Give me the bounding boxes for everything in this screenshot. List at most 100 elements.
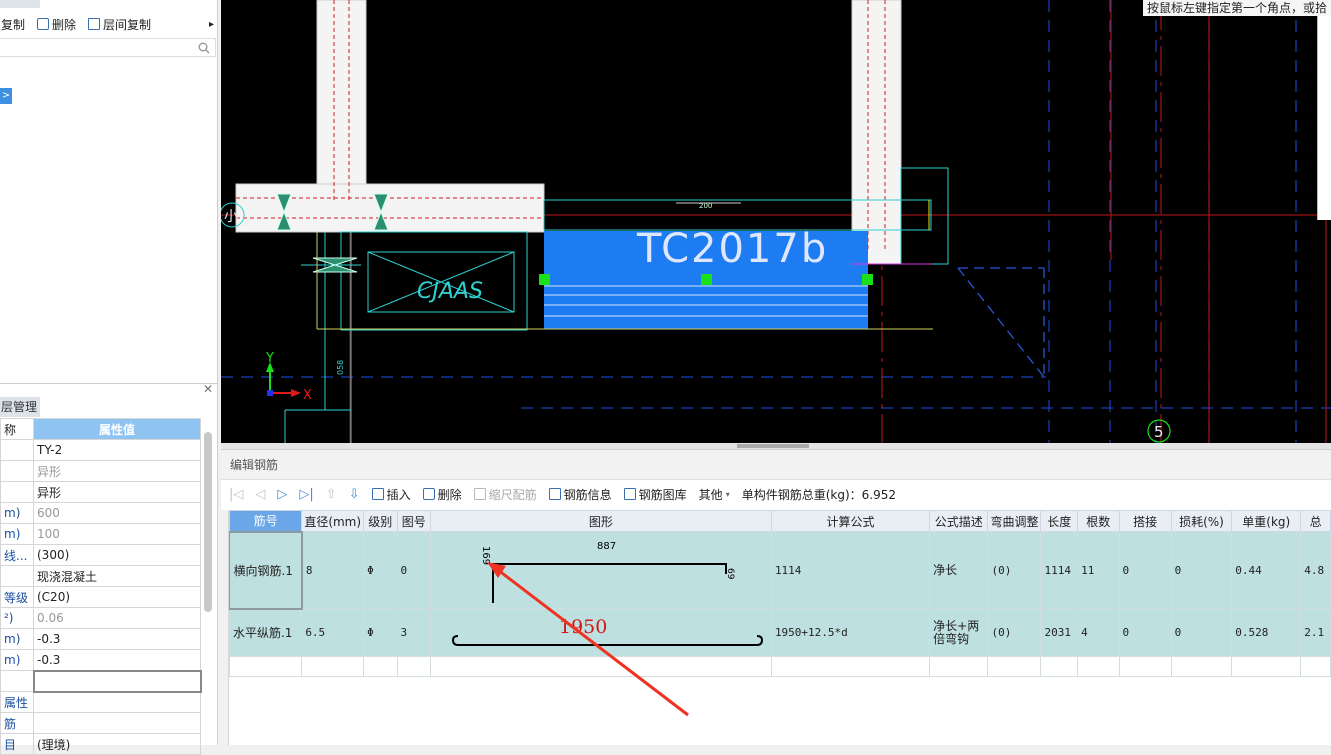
scale-rebar-button[interactable]: 缩尺配筋 (473, 486, 537, 503)
column-header[interactable]: 公式描述 (929, 510, 989, 532)
property-value[interactable] (33, 691, 201, 713)
cell-total[interactable]: 4.8 (1300, 531, 1331, 609)
first-record-button[interactable]: |◁ (229, 487, 243, 502)
insert-button[interactable]: 插入 (371, 486, 411, 503)
property-value[interactable] (33, 712, 201, 734)
property-value[interactable]: 100 (33, 523, 201, 545)
move-down-button[interactable]: ⇩ (349, 487, 360, 502)
cell-len[interactable]: 2031 (1040, 608, 1079, 657)
property-row[interactable]: 等级 (C20) (0, 586, 201, 608)
grip-handle-left[interactable] (539, 274, 550, 285)
cell-bend[interactable]: (0) (987, 531, 1042, 609)
property-row[interactable]: TY-2 (0, 439, 201, 461)
prev-record-button[interactable]: ◁ (255, 487, 265, 502)
grip-handle-mid[interactable] (701, 274, 712, 285)
cell-grade[interactable] (363, 656, 398, 677)
move-up-button[interactable]: ⇧ (326, 487, 337, 502)
cad-drawing[interactable]: 小 CJAAS TC2017b 200 058 Y X 5 (221, 0, 1331, 443)
rebar-info-button[interactable]: 钢筋信息 (548, 486, 612, 503)
shape-cell[interactable]: 1950 (429, 608, 772, 657)
cell-dia[interactable]: 6.5 (301, 608, 365, 657)
property-value[interactable]: (300) (33, 544, 201, 566)
delete-row-button[interactable]: 删除 (422, 486, 462, 503)
column-header[interactable]: 计算公式 (770, 510, 931, 532)
property-value[interactable]: 600 (33, 502, 201, 524)
column-header[interactable]: 总 (1300, 510, 1331, 532)
cell-count[interactable]: 4 (1077, 608, 1120, 657)
cell-grade[interactable]: Φ (363, 608, 398, 657)
floor-copy-button[interactable]: 层间复制 (88, 16, 151, 33)
cell-bend[interactable] (987, 656, 1042, 677)
table-row[interactable]: 3 (221, 656, 1331, 677)
cell-unit[interactable]: 0.528 (1231, 608, 1302, 657)
property-value[interactable]: 异形 (33, 481, 201, 503)
rebar-library-button[interactable]: 钢筋图库 (623, 486, 687, 503)
cell-unit[interactable]: 0.44 (1231, 531, 1302, 609)
cell-len[interactable]: 1114 (1040, 531, 1079, 609)
cell-bend[interactable]: (0) (987, 608, 1042, 657)
cell-count[interactable]: 11 (1077, 531, 1120, 609)
property-row[interactable]: 异形 (0, 481, 201, 503)
cell-formula[interactable]: 1950+12.5*d (770, 608, 931, 657)
column-header[interactable]: 级别 (363, 510, 398, 532)
property-row[interactable]: 目 (理境) (0, 733, 201, 755)
cell-formula[interactable]: 1114 (770, 531, 931, 609)
cell-total[interactable]: 2.1 (1300, 608, 1331, 657)
property-edit-field[interactable] (32, 669, 202, 693)
cell-loss[interactable]: 0 (1170, 608, 1233, 657)
column-header[interactable]: 筋号 (228, 510, 303, 532)
property-value[interactable]: TY-2 (33, 439, 201, 461)
cell-name[interactable] (228, 656, 303, 677)
expand-toolbar-button[interactable]: ▸ (209, 19, 214, 30)
cell-unit[interactable] (1231, 656, 1302, 677)
property-row[interactable]: m) 600 (0, 502, 201, 524)
cell-lap[interactable]: 0 (1118, 608, 1172, 657)
copy-button[interactable]: 复制 (1, 16, 25, 33)
property-value[interactable]: 0.06 (33, 607, 201, 629)
property-value[interactable]: (理境) (33, 733, 201, 755)
cell-fig[interactable] (396, 656, 431, 677)
column-header[interactable]: 损耗(%) (1170, 510, 1233, 532)
property-row[interactable]: ²) 0.06 (0, 607, 201, 629)
column-header[interactable]: 搭接 (1118, 510, 1172, 532)
property-row[interactable]: 属性 (0, 691, 201, 713)
tree-item-selected[interactable]: > (0, 88, 12, 104)
cell-fig[interactable]: 3 (396, 608, 431, 657)
cell-desc[interactable]: 净长 (929, 531, 989, 609)
close-icon[interactable]: ✕ (203, 382, 213, 396)
column-header[interactable]: 图号 (396, 510, 431, 532)
cell-desc[interactable]: 净长+两倍弯钩 (929, 608, 989, 657)
cell-name[interactable]: 横向钢筋.1 (228, 530, 303, 610)
next-record-button[interactable]: ▷ (277, 487, 287, 502)
column-header[interactable]: 根数 (1077, 510, 1120, 532)
cell-count[interactable] (1077, 656, 1120, 677)
property-row[interactable]: m) 100 (0, 523, 201, 545)
column-header[interactable]: 长度 (1040, 510, 1079, 532)
scrollbar-thumb[interactable] (204, 432, 212, 612)
cad-viewport[interactable]: 小 CJAAS TC2017b 200 058 Y X 5 按鼠标左键指定第一个… (221, 0, 1331, 443)
cell-loss[interactable] (1170, 656, 1233, 677)
property-value[interactable]: -0.3 (33, 628, 201, 650)
cell-name[interactable]: 水平纵筋.1 (228, 608, 303, 657)
property-row[interactable]: 现浇混凝土 (0, 565, 201, 587)
shape-cell[interactable] (429, 656, 772, 677)
last-record-button[interactable]: ▷| (299, 487, 313, 502)
delete-button[interactable]: 删除 (37, 16, 76, 33)
cell-grade[interactable]: Φ (363, 531, 398, 609)
layer-manage-tab[interactable]: 层管理 (0, 397, 40, 417)
panel-splitter[interactable]: ✕ (0, 382, 218, 397)
cell-fig[interactable]: 0 (396, 531, 431, 609)
property-value[interactable]: 异形 (33, 460, 201, 482)
table-row[interactable]: 2水平纵筋.16.5Φ319501950+12.5*d净长+两倍弯钩(0)203… (221, 608, 1331, 657)
column-header[interactable]: 弯曲调整 (987, 510, 1042, 532)
property-value[interactable]: -0.3 (33, 649, 201, 671)
cell-desc[interactable] (929, 656, 989, 677)
cell-total[interactable] (1300, 656, 1331, 677)
cell-len[interactable] (1040, 656, 1079, 677)
property-value[interactable]: 现浇混凝土 (33, 565, 201, 587)
column-header[interactable]: 单重(kg) (1231, 510, 1302, 532)
search-input[interactable] (0, 38, 216, 57)
other-menu-button[interactable]: 其他 ▾ (699, 486, 730, 503)
property-row[interactable]: 筋 (0, 712, 201, 734)
cell-lap[interactable]: 0 (1118, 531, 1172, 609)
